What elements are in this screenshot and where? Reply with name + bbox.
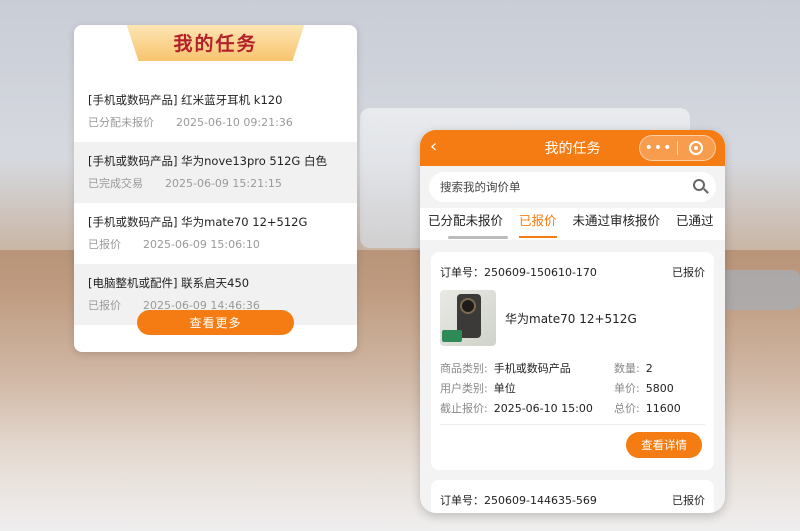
card-divider (440, 424, 705, 425)
task-item[interactable]: [手机或数码产品] 华为mate70 12+512G 已报价 2025-06-09… (74, 203, 357, 264)
app-header: ‹ 我的任务 ••• (420, 130, 725, 166)
mini-program-capsule: ••• (639, 135, 716, 161)
task-status: 已完成交易 (88, 177, 143, 190)
order-number: 订单号：250609-150610-170 (440, 266, 597, 279)
search-bar[interactable]: 搜索我的询价单 (429, 172, 716, 202)
info-deadline: 截止报价: 2025-06-10 15:00 (440, 402, 593, 415)
info-quantity: 数量: 2 (614, 362, 653, 375)
tab-approved[interactable]: 已通过 (676, 208, 714, 240)
task-title: [手机或数码产品] 华为mate70 12+512G (88, 215, 308, 229)
order-card: 订单号：250609-144635-569 已报价 (431, 480, 714, 513)
task-card-ribbon: 我的任务 (126, 25, 305, 61)
task-status: 已报价 (88, 238, 121, 251)
task-status: 已分配未报价 (88, 116, 154, 129)
task-title: [手机或数码产品] 红米蓝牙耳机 k120 (88, 93, 283, 107)
task-status: 已报价 (88, 299, 121, 312)
task-list: [手机或数码产品] 红米蓝牙耳机 k120 已分配未报价 2025-06-10 0… (74, 81, 357, 325)
chevron-left-icon[interactable]: ‹ (430, 136, 437, 157)
order-status: 已报价 (672, 266, 705, 279)
task-title: [手机或数码产品] 华为nove13pro 512G 白色 (88, 154, 327, 168)
tab-quoted[interactable]: 已报价 (519, 208, 557, 240)
order-card: 订单号：250609-150610-170 已报价 华为mate70 12+51… (431, 252, 714, 470)
task-meta: 已报价 2025-06-09 15:06:10 (88, 236, 357, 254)
order-number: 订单号：250609-144635-569 (440, 494, 597, 507)
more-dots-icon[interactable]: ••• (640, 136, 677, 160)
task-meta: 已完成交易 2025-06-09 15:21:15 (88, 175, 357, 193)
task-time: 2025-06-09 15:06:10 (143, 238, 260, 251)
task-card-title: 我的任务 (173, 32, 258, 55)
task-item[interactable]: [手机或数码产品] 红米蓝牙耳机 k120 已分配未报价 2025-06-10 0… (74, 81, 357, 142)
search-input[interactable]: 搜索我的询价单 (440, 179, 686, 195)
info-category: 商品类别: 手机或数码产品 (440, 362, 571, 375)
tabs-scrollbar[interactable] (448, 236, 508, 239)
close-target-icon[interactable] (678, 141, 715, 155)
view-more-button[interactable]: 查看更多 (137, 310, 294, 335)
tab-rejected[interactable]: 未通过审核报价 (573, 208, 661, 240)
task-time: 2025-06-09 15:21:15 (165, 177, 282, 190)
info-user-type: 用户类别: 单位 (440, 382, 516, 395)
view-details-button[interactable]: 查看详情 (626, 432, 702, 458)
task-list-card: 我的任务 [手机或数码产品] 红米蓝牙耳机 k120 已分配未报价 2025-06… (74, 25, 357, 352)
product-name: 华为mate70 12+512G (505, 312, 637, 326)
info-total: 总价: 11600 (614, 402, 681, 415)
task-time: 2025-06-10 09:21:36 (176, 116, 293, 129)
product-image (440, 290, 496, 346)
task-meta: 已分配未报价 2025-06-10 09:21:36 (88, 114, 357, 132)
info-unit-price: 单价: 5800 (614, 382, 674, 395)
task-title: [电脑整机或配件] 联系启天450 (88, 276, 250, 290)
task-item[interactable]: [手机或数码产品] 华为nove13pro 512G 白色 已完成交易 2025-… (74, 142, 357, 203)
phone-screen: ‹ 我的任务 ••• 搜索我的询价单 已分配未报价 已报价 未通过审核报价 已通… (420, 130, 725, 513)
search-icon[interactable] (686, 172, 716, 202)
order-status: 已报价 (672, 494, 705, 507)
app-title: 我的任务 (544, 141, 601, 157)
